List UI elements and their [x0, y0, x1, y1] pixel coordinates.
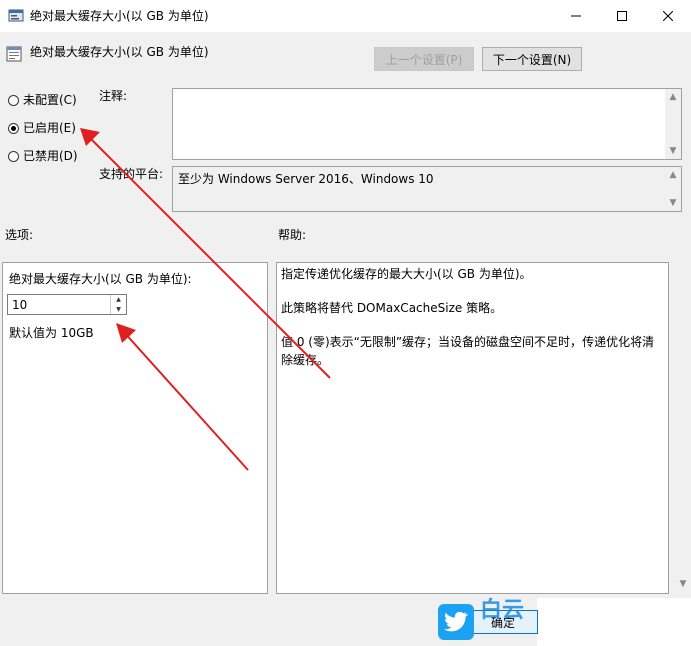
help-paragraph: 此策略将替代 DOMaxCacheSize 策略。	[281, 301, 503, 315]
maximize-button[interactable]	[599, 0, 645, 32]
next-setting-button[interactable]: 下一个设置(N)	[482, 47, 582, 71]
setting-icon	[6, 46, 22, 62]
maximize-icon	[617, 11, 627, 21]
options-panel: 绝对最大缓存大小(以 GB 为单位): 10 ▲ ▼ 默认值为 10GB	[2, 262, 268, 594]
comment-label: 注释:	[99, 89, 128, 103]
previous-setting-button[interactable]: 上一个设置(P)	[374, 47, 474, 71]
scroll-up-icon[interactable]: ▲	[665, 167, 681, 183]
comment-scrollbar[interactable]: ▲ ▼	[665, 89, 681, 159]
help-text: 指定传递优化缓存的最大大小(以 GB 为单位)。 此策略将替代 DOMaxCac…	[281, 265, 665, 385]
help-panel: 指定传递优化缓存的最大大小(以 GB 为单位)。 此策略将替代 DOMaxCac…	[276, 262, 669, 594]
options-section-label: 选项:	[5, 228, 34, 242]
default-value-text: 默认值为 10GB	[9, 326, 94, 340]
radio-disabled[interactable]: 已禁用(D)	[8, 148, 78, 164]
radio-label: 已禁用(D)	[23, 149, 78, 163]
bird-logo-icon	[438, 604, 474, 640]
minimize-icon	[571, 15, 581, 17]
radio-button[interactable]	[8, 150, 19, 162]
radio-not-configured[interactable]: 未配置(C)	[8, 92, 77, 108]
cache-size-value[interactable]: 10	[12, 297, 27, 313]
help-section-label: 帮助:	[278, 228, 307, 242]
platform-label: 支持的平台:	[99, 167, 164, 181]
scroll-up-icon[interactable]: ▲	[665, 89, 681, 105]
radio-enabled[interactable]: 已启用(E)	[8, 120, 76, 136]
scroll-down-icon[interactable]: ▼	[665, 195, 681, 211]
scroll-down-icon[interactable]: ▼	[675, 576, 691, 592]
policy-icon	[8, 8, 24, 24]
cache-size-spinner[interactable]: 10 ▲ ▼	[7, 294, 127, 315]
radio-button[interactable]	[8, 94, 19, 106]
scroll-down-icon[interactable]: ▼	[665, 143, 681, 159]
radio-label: 未配置(C)	[23, 93, 77, 107]
cache-size-label: 绝对最大缓存大小(以 GB 为单位):	[9, 272, 192, 286]
platform-scrollbar[interactable]: ▲ ▼	[665, 167, 681, 211]
comment-textarea[interactable]: ▲ ▼	[172, 88, 682, 160]
radio-button-selected[interactable]	[8, 122, 19, 134]
window-title: 绝对最大缓存大小(以 GB 为单位)	[30, 9, 209, 23]
close-icon	[663, 11, 673, 21]
help-paragraph: 值 0 (零)表示“无限制”缓存；当设备的磁盘空间不足时，传递优化将清除缓存。	[281, 335, 655, 367]
platform-value: 至少为 Windows Server 2016、Windows 10	[178, 172, 434, 186]
setting-title: 绝对最大缓存大小(以 GB 为单位)	[30, 45, 209, 59]
minimize-button[interactable]	[553, 0, 599, 32]
spinner-buttons[interactable]: ▲ ▼	[110, 295, 126, 314]
spin-down-icon[interactable]: ▼	[111, 305, 126, 314]
radio-label: 已启用(E)	[23, 121, 76, 135]
spin-up-icon[interactable]: ▲	[111, 295, 126, 304]
bottom-area	[537, 598, 691, 646]
panel-scrollbar[interactable]: ▼	[675, 262, 691, 594]
close-button[interactable]	[645, 0, 691, 32]
platform-field: 至少为 Windows Server 2016、Windows 10 ▲ ▼	[172, 166, 682, 212]
help-paragraph: 指定传递优化缓存的最大大小(以 GB 为单位)。	[281, 267, 532, 281]
watermark-text: 白云	[480, 598, 525, 623]
